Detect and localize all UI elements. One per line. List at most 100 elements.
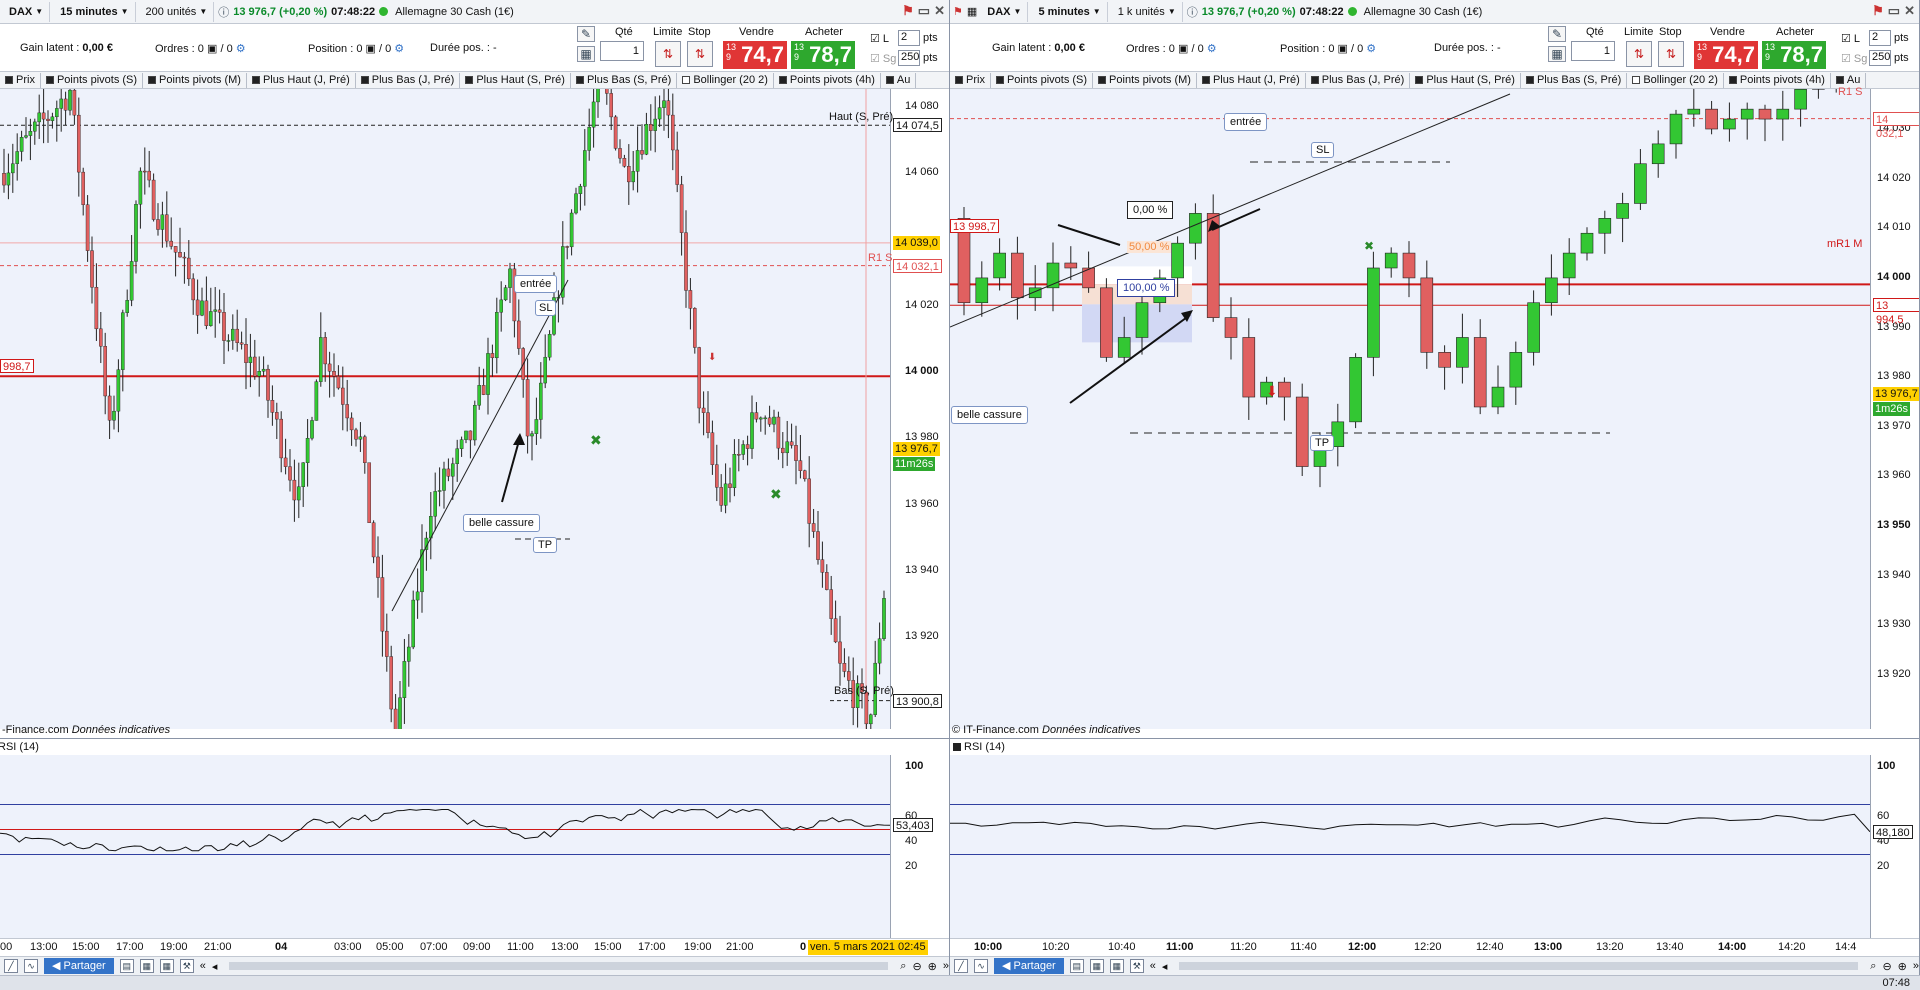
price-axis[interactable]: 14 03014 02014 01014 00013 99013 98013 9… — [1870, 89, 1919, 729]
rsi-axis[interactable]: 100 60 40 20 48,180 — [1870, 755, 1919, 938]
qty-input[interactable]: 1 — [600, 41, 644, 61]
indicator-toggle[interactable]: Plus Haut (S, Pré) — [460, 72, 571, 88]
price-chart[interactable]: ⬇✖ — [950, 89, 1870, 729]
buy-button[interactable]: 13 9 78,7 — [1762, 41, 1826, 69]
limit-button[interactable]: ⇅ — [1626, 41, 1652, 67]
info-icon[interactable]: ⓘ — [1187, 4, 1198, 20]
close-icon[interactable]: ✕ — [934, 3, 945, 19]
indicator-toggle[interactable]: Points pivots (M) — [1093, 72, 1197, 88]
keypad-icon[interactable]: ▦ — [577, 46, 595, 62]
indicator-toggle[interactable]: Points pivots (4h) — [1724, 72, 1831, 88]
indicator-tool-icon[interactable]: ∿ — [24, 959, 38, 973]
scroll-right-icon[interactable]: » — [1913, 960, 1919, 972]
scroll-left-icon[interactable]: « — [200, 960, 206, 972]
buy-button[interactable]: 13 9 78,7 — [791, 41, 855, 69]
layout-icon[interactable]: ▤ — [1069, 959, 1084, 973]
indicator-toggle[interactable]: Prix — [0, 72, 41, 88]
time-axis[interactable]: 10:00 10:20 10:40 11:00 11:20 11:40 12:00 12:20… — [950, 938, 1919, 956]
timeframe-select[interactable]: 5 minutes ▼ — [1032, 1, 1108, 22]
sell-button[interactable]: 13 9 74,7 — [723, 41, 787, 69]
indicator-toggle[interactable]: Plus Haut (J, Pré) — [247, 72, 356, 88]
line-tool-icon[interactable]: ╱ — [954, 959, 968, 973]
indicator-toggle[interactable]: Au — [881, 72, 917, 88]
indicator-tool-icon[interactable]: ∿ — [974, 959, 988, 973]
indicator-toggle[interactable]: Plus Bas (S, Pré) — [571, 72, 678, 88]
checkbox-sg[interactable]: ☑ Sg — [870, 52, 896, 65]
time-axis[interactable]: 00 13:00 15:00 17:00 19:00 21:00 04 03:00 05:00 0… — [0, 938, 949, 956]
instrument-select[interactable]: DAX ▼ — [981, 1, 1029, 22]
gear-icon[interactable]: ⚙ — [236, 43, 246, 55]
scroll-back-icon[interactable]: ◂ — [212, 960, 218, 973]
keypad-icon[interactable]: ▦ — [1548, 46, 1566, 62]
grid-icon[interactable]: ▦ — [1089, 959, 1104, 973]
share-button[interactable]: ◀ Partager — [994, 958, 1064, 974]
checkbox-l[interactable]: ☑ L — [870, 32, 889, 45]
horizontal-scrollbar[interactable] — [229, 962, 889, 970]
rsi-chart[interactable] — [0, 755, 890, 938]
scroll-left-icon[interactable]: « — [1150, 960, 1156, 972]
minimize-icon[interactable]: ▭ — [1888, 3, 1900, 19]
gear-icon[interactable]: ⚙ — [1366, 43, 1376, 55]
line-tool-icon[interactable]: ╱ — [4, 959, 18, 973]
share-button[interactable]: ◀ Partager — [44, 958, 114, 974]
zoom-fit-icon[interactable]: ⌕ — [1870, 960, 1876, 973]
checkbox-l[interactable]: ☑ L — [1841, 32, 1860, 45]
trade-icon[interactable]: ⚑ — [953, 5, 963, 18]
indicator-toggle[interactable]: Points pivots (S) — [41, 72, 144, 88]
scroll-right-icon[interactable]: » — [943, 960, 949, 972]
units-select[interactable]: 1 k unités ▼ — [1112, 1, 1183, 22]
stop-button[interactable]: ⇅ — [687, 41, 713, 67]
indicator-toggle[interactable]: Bollinger (20 2) — [1627, 72, 1724, 88]
grid-icon[interactable]: ▦ — [139, 959, 154, 973]
zoom-in-icon[interactable]: ⊕ — [928, 960, 937, 973]
grid-icon[interactable]: ▦ — [967, 5, 977, 18]
grid-icon[interactable]: ▦ — [1109, 959, 1124, 973]
scroll-back-icon[interactable]: ◂ — [1162, 960, 1168, 973]
zoom-fit-icon[interactable]: ⌕ — [900, 960, 906, 973]
checkbox-sg[interactable]: ☑ Sg — [1841, 52, 1867, 65]
orders-stat[interactable]: Ordres : 0 ▣ / 0 ⚙ — [155, 42, 246, 55]
sell-button[interactable]: 13 9 74,7 — [1694, 41, 1758, 69]
indicator-toggle[interactable]: Plus Bas (S, Pré) — [1521, 72, 1628, 88]
indicator-toggle[interactable]: Points pivots (S) — [991, 72, 1094, 88]
trade-tool-icon[interactable]: ✎ — [1548, 26, 1566, 42]
pts-input-2[interactable]: 250 — [1869, 50, 1891, 66]
limit-button[interactable]: ⇅ — [655, 41, 681, 67]
price-chart[interactable]: ✖ ⬇ ✖ — [0, 89, 890, 729]
layout-icon[interactable]: ▤ — [119, 959, 134, 973]
indicator-toggle[interactable]: Plus Haut (J, Pré) — [1197, 72, 1306, 88]
price-axis[interactable]: 14 080 14 060 14 020 14 000 13 980 13 960 13 9… — [890, 89, 949, 729]
zoom-out-icon[interactable]: ⊖ — [912, 960, 921, 973]
trade-tool-icon[interactable]: ✎ — [577, 26, 595, 42]
indicator-toggle[interactable]: Plus Haut (S, Pré) — [1410, 72, 1521, 88]
qty-input[interactable]: 1 — [1571, 41, 1615, 61]
stop-button[interactable]: ⇅ — [1658, 41, 1684, 67]
trade-icon[interactable]: ⚑ — [1872, 3, 1884, 19]
indicator-toggle[interactable]: Plus Bas (J, Pré) — [356, 72, 461, 88]
horizontal-scrollbar[interactable] — [1179, 962, 1859, 970]
indicator-toggle[interactable]: Points pivots (M) — [143, 72, 247, 88]
indicator-toggle[interactable]: Prix — [950, 72, 991, 88]
tools-icon[interactable]: ⚒ — [1129, 959, 1144, 973]
minimize-icon[interactable]: ▭ — [918, 3, 930, 19]
zoom-out-icon[interactable]: ⊖ — [1882, 960, 1891, 973]
position-stat[interactable]: Position : 0 ▣ / 0 ⚙ — [1280, 42, 1376, 55]
indicator-toggle[interactable]: Points pivots (4h) — [774, 72, 881, 88]
orders-stat[interactable]: Ordres : 0 ▣ / 0 ⚙ — [1126, 42, 1217, 55]
gear-icon[interactable]: ⚙ — [394, 43, 404, 55]
pts-input-1[interactable]: 2 — [1869, 30, 1891, 46]
rsi-axis[interactable]: 100 60 40 20 53,403 — [890, 755, 949, 938]
info-icon[interactable]: ⓘ — [218, 4, 229, 20]
zoom-in-icon[interactable]: ⊕ — [1898, 960, 1907, 973]
indicator-toggle[interactable]: Plus Bas (J, Pré) — [1306, 72, 1411, 88]
grid-icon[interactable]: ▦ — [159, 959, 174, 973]
gear-icon[interactable]: ⚙ — [1207, 43, 1217, 55]
timeframe-select[interactable]: 15 minutes ▼ — [54, 1, 136, 22]
units-select[interactable]: 200 unités ▼ — [140, 1, 215, 22]
instrument-select[interactable]: DAX ▼ — [3, 1, 51, 22]
position-stat[interactable]: Position : 0 ▣ / 0 ⚙ — [308, 42, 404, 55]
indicator-toggle[interactable]: Bollinger (20 2) — [677, 72, 774, 88]
pts-input-2[interactable]: 250 — [898, 50, 920, 66]
pts-input-1[interactable]: 2 — [898, 30, 920, 46]
rsi-chart[interactable] — [950, 755, 1870, 938]
